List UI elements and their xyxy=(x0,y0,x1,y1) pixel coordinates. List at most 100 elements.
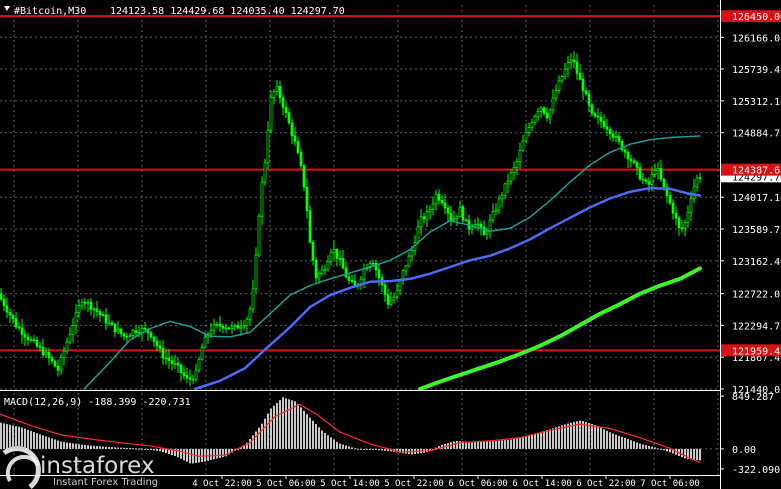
macd-histogram-bar xyxy=(591,423,593,449)
macd-histogram-bar xyxy=(315,424,317,449)
candle-body xyxy=(2,298,6,307)
candle-body xyxy=(233,325,237,327)
candle-body xyxy=(551,97,555,111)
macd-histogram-bar xyxy=(267,413,269,449)
candle-body xyxy=(314,259,318,279)
candle-body xyxy=(392,296,396,301)
candle-body xyxy=(302,165,306,188)
candle-body xyxy=(239,326,243,329)
macd-histogram-bar xyxy=(633,441,635,449)
candle-body xyxy=(584,90,588,95)
candle-body xyxy=(110,322,114,325)
macd-histogram-bar xyxy=(297,403,299,449)
candle-body xyxy=(596,115,600,118)
candle-body xyxy=(524,132,528,142)
candle-body xyxy=(362,268,366,280)
candle-body xyxy=(458,206,462,217)
macd-histogram-bar xyxy=(552,428,554,449)
macd-histogram-bar xyxy=(363,448,365,450)
macd-histogram-bar xyxy=(12,425,14,449)
candle-body xyxy=(641,178,645,181)
candle-body xyxy=(41,347,45,356)
candle-body xyxy=(8,311,12,316)
candle-body xyxy=(572,59,576,62)
candle-body xyxy=(689,198,693,213)
instaforex-logo-icon xyxy=(2,446,41,489)
candle-body xyxy=(656,167,660,171)
macd-histogram-bar xyxy=(654,447,656,449)
candle-body xyxy=(503,183,507,196)
candle-body xyxy=(632,160,636,163)
price-tick-label: 122722.05 xyxy=(732,290,781,301)
candle-body xyxy=(674,212,678,219)
candle-body xyxy=(407,255,411,267)
macd-histogram-bar xyxy=(213,448,215,460)
macd-histogram-bar xyxy=(492,441,494,449)
candle-body xyxy=(698,177,702,180)
macd-histogram-bar xyxy=(321,430,323,449)
time-tick-label: 6 Oct 06:00 xyxy=(448,479,508,489)
macd-histogram-bar xyxy=(57,440,59,449)
candle-body xyxy=(89,301,93,310)
candle-body xyxy=(653,170,657,175)
macd-histogram-bar xyxy=(189,448,191,464)
macd-histogram-bar xyxy=(144,448,146,450)
dropdown-triangle-icon[interactable] xyxy=(4,6,10,11)
candle-body xyxy=(626,151,630,160)
macd-histogram-bar xyxy=(618,435,620,449)
candle-body xyxy=(518,149,522,162)
candle-body xyxy=(176,362,180,366)
candle-body xyxy=(581,78,585,92)
candle-body xyxy=(125,335,129,338)
macd-histogram-bar xyxy=(9,424,11,449)
macd-histogram-bar xyxy=(384,448,386,451)
macd-histogram-bar xyxy=(18,426,20,449)
candle-body xyxy=(389,299,393,305)
macd-histogram-bar xyxy=(222,448,224,458)
candle-body xyxy=(95,308,99,312)
candle-body xyxy=(548,109,552,119)
candle-body xyxy=(575,61,579,74)
macd-histogram-bar xyxy=(120,447,122,449)
candle-body xyxy=(650,174,654,185)
macd-histogram-bar xyxy=(111,447,113,449)
candle-body xyxy=(260,181,264,217)
candle-body xyxy=(635,162,639,168)
macd-histogram-bar xyxy=(636,442,638,449)
macd-histogram-bar xyxy=(135,448,137,450)
candle-body xyxy=(65,341,69,352)
candle-body xyxy=(341,258,345,269)
macd-histogram-bar xyxy=(15,426,17,449)
candle-body xyxy=(182,372,186,376)
macd-histogram-bar xyxy=(477,441,479,449)
macd-histogram-bar xyxy=(210,448,212,461)
macd-histogram-bar xyxy=(330,437,332,449)
macd-histogram-bar xyxy=(606,430,608,449)
macd-histogram-bar xyxy=(0,422,2,449)
candle-body xyxy=(284,107,288,113)
macd-histogram-bar xyxy=(378,448,380,451)
macd-histogram-bar xyxy=(630,440,632,449)
price-tick-label: 123589.75 xyxy=(732,225,781,236)
macd-histogram-bar xyxy=(642,444,644,449)
time-tick-label: 7 Oct 06:00 xyxy=(640,479,700,489)
candle-body xyxy=(299,152,303,166)
macd-histogram-bar xyxy=(138,448,140,450)
macd-histogram-bar xyxy=(537,432,539,449)
macd-histogram-bar xyxy=(66,442,68,449)
macd-histogram-bar xyxy=(453,441,455,449)
candle-body xyxy=(236,325,240,329)
candle-body xyxy=(209,329,213,335)
macd-histogram-bar xyxy=(483,441,485,449)
candle-body xyxy=(629,158,633,162)
price-tick-label: 123162.40 xyxy=(732,257,781,268)
macd-histogram-bar xyxy=(336,441,338,449)
candle-body xyxy=(479,223,483,228)
macd-histogram-bar xyxy=(543,430,545,449)
macd-histogram-bar xyxy=(684,448,686,459)
watermark-tagline: Instant Forex Trading xyxy=(53,477,158,488)
price-tick-label: 126166.08 xyxy=(732,33,781,44)
macd-histogram-bar xyxy=(252,435,254,449)
macd-histogram-bar xyxy=(357,448,359,450)
candle-body xyxy=(14,318,18,328)
